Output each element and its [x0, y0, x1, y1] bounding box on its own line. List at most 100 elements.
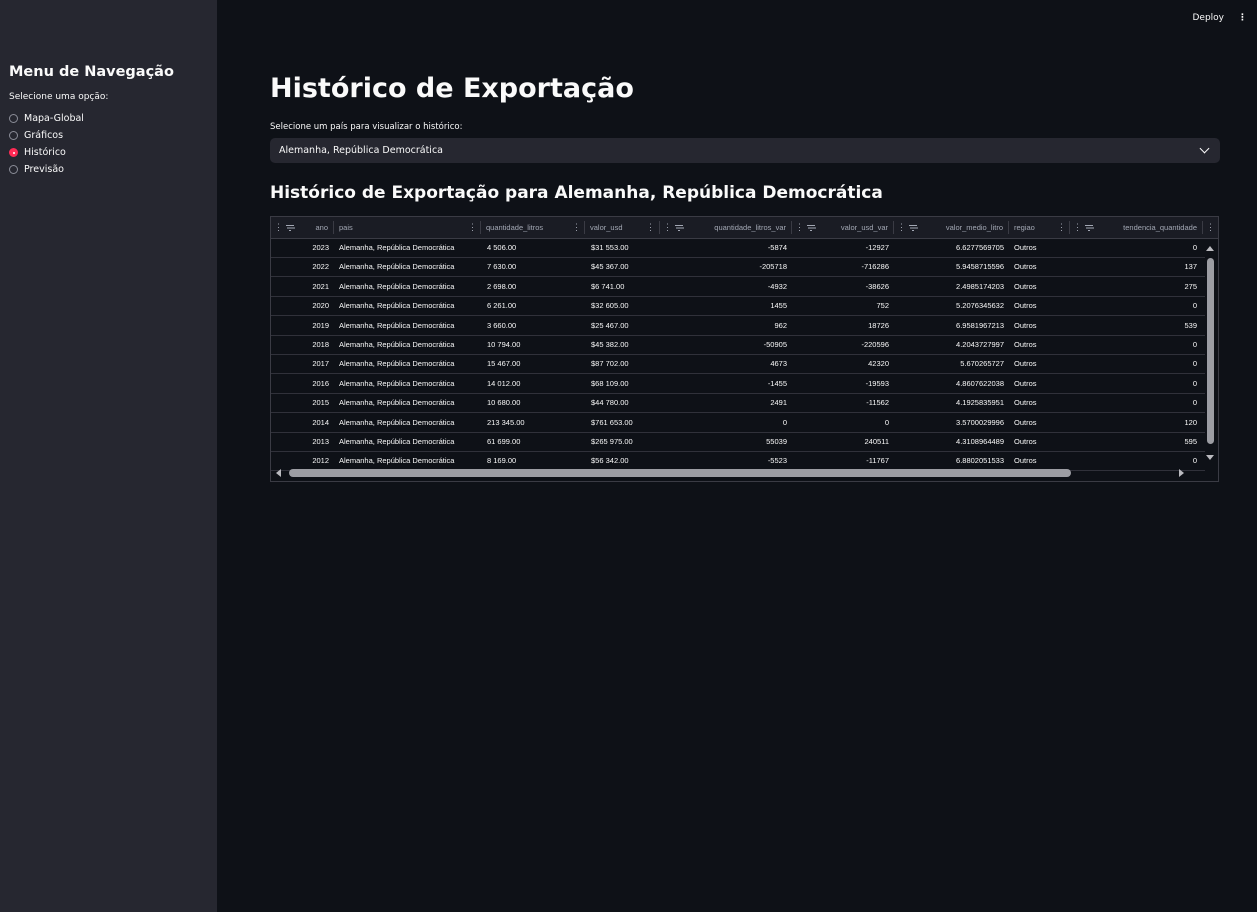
- cell-valor-usd-var[interactable]: 42320: [792, 354, 889, 373]
- vertical-scroll-thumb[interactable]: [1207, 258, 1214, 444]
- cell-quantidade-litros[interactable]: 61 699.00: [487, 432, 583, 451]
- chevron-down-icon[interactable]: [1199, 143, 1210, 154]
- radio-circle-icon[interactable]: [9, 165, 18, 174]
- cell-regiao[interactable]: Outros: [1014, 296, 1068, 315]
- header-ano[interactable]: ⋮ ano: [271, 217, 333, 238]
- column-menu-icon[interactable]: ⋮: [1070, 222, 1085, 233]
- cell-pais[interactable]: Alemanha, República Democrática: [339, 413, 479, 432]
- radio-option-graficos[interactable]: Gráficos: [9, 127, 217, 144]
- cell-regiao[interactable]: Outros: [1014, 277, 1068, 296]
- cell-pais[interactable]: Alemanha, República Democrática: [339, 393, 479, 412]
- cell-ano[interactable]: 2017: [271, 354, 329, 373]
- horizontal-scroll-thumb[interactable]: [289, 469, 1071, 477]
- table-row[interactable]: 2017 Alemanha, República Democrática 15 46…: [271, 354, 1205, 375]
- radio-circle-icon[interactable]: [9, 114, 18, 123]
- cell-pais[interactable]: Alemanha, República Democrática: [339, 277, 479, 296]
- table-row[interactable]: 2016 Alemanha, República Democrática 14 01…: [271, 374, 1205, 394]
- country-select[interactable]: Alemanha, República Democrática: [270, 138, 1220, 163]
- header-valor-medio-litro[interactable]: ⋮ valor_medio_litro: [894, 217, 1008, 238]
- cell-valor-usd-var[interactable]: -19593: [792, 374, 889, 393]
- filter-icon[interactable]: [675, 224, 683, 231]
- table-row[interactable]: 2015 Alemanha, República Democrática 10 68…: [271, 393, 1205, 414]
- cell-quantidade-litros[interactable]: 3 660.00: [487, 316, 583, 335]
- cell-ano[interactable]: 2020: [271, 296, 329, 315]
- cell-quantidade-litros-var[interactable]: 4673: [660, 354, 787, 373]
- scroll-left-arrow-icon[interactable]: [276, 469, 281, 477]
- cell-regiao[interactable]: Outros: [1014, 374, 1068, 393]
- column-menu-icon[interactable]: ⋮: [271, 222, 286, 233]
- cell-valor-usd[interactable]: $45 367.00: [591, 257, 659, 276]
- cell-quantidade-litros[interactable]: 10 794.00: [487, 335, 583, 354]
- cell-ano[interactable]: 2019: [271, 316, 329, 335]
- cell-valor-usd-var[interactable]: -11562: [792, 393, 889, 412]
- scroll-down-arrow-icon[interactable]: [1206, 455, 1214, 460]
- cell-tendencia-quantidade[interactable]: 539: [1070, 316, 1197, 335]
- cell-valor-usd[interactable]: $87 702.00: [591, 354, 659, 373]
- cell-pais[interactable]: Alemanha, República Democrática: [339, 374, 479, 393]
- cell-quantidade-litros[interactable]: 4 506.00: [487, 238, 583, 257]
- cell-valor-usd-var[interactable]: 0: [792, 413, 889, 432]
- column-menu-icon[interactable]: ⋮: [643, 222, 658, 233]
- horizontal-scrollbar[interactable]: [271, 466, 1206, 480]
- radio-circle-icon[interactable]: [9, 131, 18, 140]
- radio-option-historico[interactable]: Histórico: [9, 144, 217, 161]
- cell-tendencia-quantidade[interactable]: 275: [1070, 277, 1197, 296]
- table-row[interactable]: 2023 Alemanha, República Democrática 4 506…: [271, 238, 1205, 258]
- filter-icon[interactable]: [1085, 224, 1093, 231]
- cell-valor-medio-litro[interactable]: 6.9581967213: [894, 316, 1004, 335]
- cell-pais[interactable]: Alemanha, República Democrática: [339, 354, 479, 373]
- header-valor-usd[interactable]: valor_usd ⋮: [585, 217, 658, 238]
- cell-tendencia-quantidade[interactable]: 0: [1070, 296, 1197, 315]
- cell-valor-medio-litro[interactable]: 5.670265727: [894, 354, 1004, 373]
- scroll-right-arrow-icon[interactable]: [1179, 469, 1184, 477]
- filter-icon[interactable]: [909, 224, 917, 231]
- cell-quantidade-litros-var[interactable]: 0: [660, 413, 787, 432]
- cell-valor-usd[interactable]: $25 467.00: [591, 316, 659, 335]
- column-menu-icon[interactable]: ⋮: [792, 222, 807, 233]
- cell-pais[interactable]: Alemanha, República Democrática: [339, 296, 479, 315]
- cell-ano[interactable]: 2023: [271, 238, 329, 257]
- table-row[interactable]: 2013 Alemanha, República Democrática 61 69…: [271, 432, 1205, 452]
- cell-tendencia-quantidade[interactable]: 0: [1070, 335, 1197, 354]
- cell-valor-usd[interactable]: $6 741.00: [591, 277, 659, 296]
- cell-valor-medio-litro[interactable]: 4.8607622038: [894, 374, 1004, 393]
- cell-quantidade-litros-var[interactable]: -50905: [660, 335, 787, 354]
- cell-quantidade-litros[interactable]: 2 698.00: [487, 277, 583, 296]
- header-regiao[interactable]: regiao ⋮: [1009, 217, 1069, 238]
- cell-valor-usd-var[interactable]: 752: [792, 296, 889, 315]
- cell-pais[interactable]: Alemanha, República Democrática: [339, 316, 479, 335]
- cell-quantidade-litros-var[interactable]: 2491: [660, 393, 787, 412]
- cell-valor-usd[interactable]: $265 975.00: [591, 432, 659, 451]
- header-tendencia-quantidade[interactable]: ⋮ tendencia_quantidade: [1070, 217, 1202, 238]
- cell-valor-usd-var[interactable]: -716286: [792, 257, 889, 276]
- cell-quantidade-litros[interactable]: 7 630.00: [487, 257, 583, 276]
- cell-valor-usd-var[interactable]: 240511: [792, 432, 889, 451]
- cell-regiao[interactable]: Outros: [1014, 316, 1068, 335]
- column-menu-icon[interactable]: ⋮: [1203, 222, 1218, 233]
- cell-pais[interactable]: Alemanha, República Democrática: [339, 257, 479, 276]
- cell-quantidade-litros-var[interactable]: -5874: [660, 238, 787, 257]
- main-menu-icon[interactable]: ⋮: [1238, 13, 1247, 23]
- cell-quantidade-litros-var[interactable]: -1455: [660, 374, 787, 393]
- cell-valor-medio-litro[interactable]: 5.9458715596: [894, 257, 1004, 276]
- cell-valor-usd-var[interactable]: 18726: [792, 316, 889, 335]
- header-pais[interactable]: pais ⋮: [334, 217, 480, 238]
- table-row[interactable]: 2020 Alemanha, República Democrática 6 261…: [271, 296, 1205, 317]
- cell-regiao[interactable]: Outros: [1014, 432, 1068, 451]
- radio-selected-icon[interactable]: [9, 148, 18, 157]
- cell-valor-medio-litro[interactable]: 4.3108964489: [894, 432, 1004, 451]
- cell-valor-usd-var[interactable]: -12927: [792, 238, 889, 257]
- radio-option-mapa-global[interactable]: Mapa-Global: [9, 110, 217, 127]
- cell-pais[interactable]: Alemanha, República Democrática: [339, 335, 479, 354]
- scroll-up-arrow-icon[interactable]: [1206, 246, 1214, 251]
- vertical-scrollbar[interactable]: [1204, 241, 1216, 461]
- cell-valor-medio-litro[interactable]: 3.5700029996: [894, 413, 1004, 432]
- cell-regiao[interactable]: Outros: [1014, 354, 1068, 373]
- cell-quantidade-litros[interactable]: 15 467.00: [487, 354, 583, 373]
- cell-regiao[interactable]: Outros: [1014, 335, 1068, 354]
- cell-ano[interactable]: 2013: [271, 432, 329, 451]
- header-quantidade-litros-var[interactable]: ⋮ quantidade_litros_var: [660, 217, 791, 238]
- filter-icon[interactable]: [286, 224, 294, 231]
- cell-tendencia-quantidade[interactable]: 0: [1070, 374, 1197, 393]
- cell-quantidade-litros-var[interactable]: -4932: [660, 277, 787, 296]
